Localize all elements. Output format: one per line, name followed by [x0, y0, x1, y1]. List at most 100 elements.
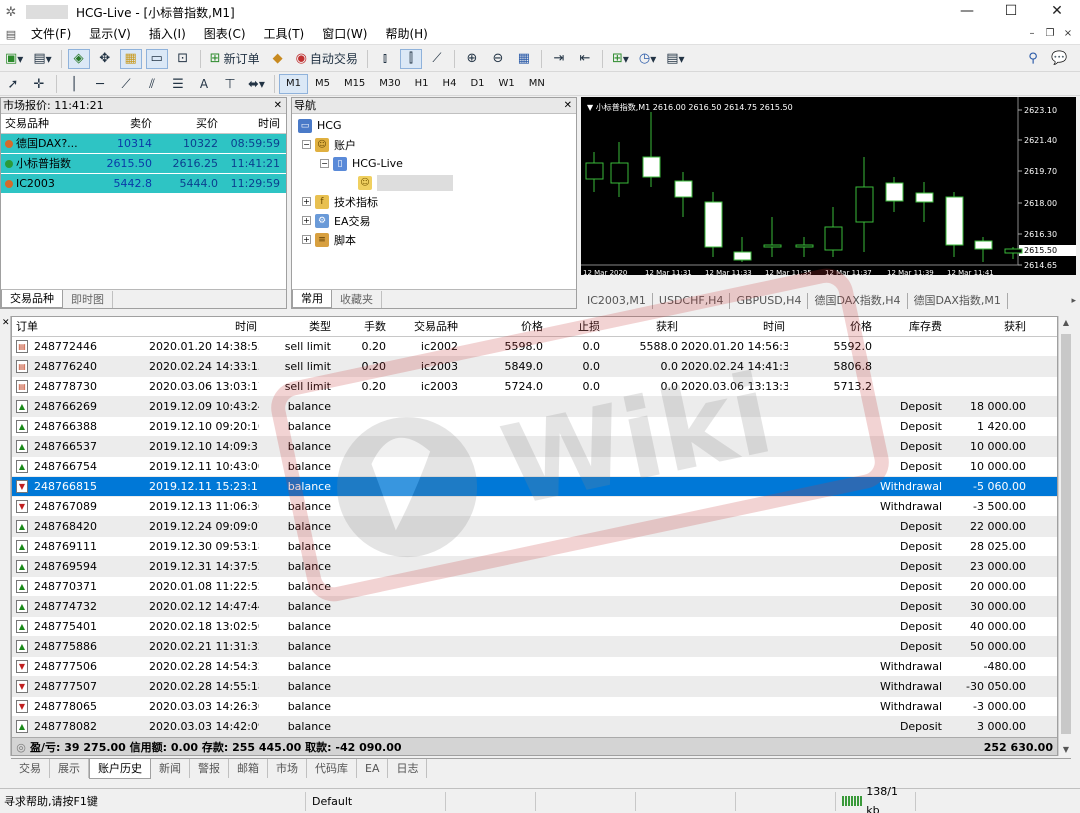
history-row[interactable]: ▲ 248766388 2019.12.10 09:20:16 balance Depo… [12, 417, 1057, 437]
timeframe-w1[interactable]: W1 [492, 74, 522, 94]
chart-tab-usdchf[interactable]: USDCHF,H4 [653, 293, 731, 309]
autoscroll-icon[interactable]: ⇤ [574, 49, 596, 69]
tab-code-base[interactable]: 代码库 [307, 759, 357, 778]
scroll-right-icon[interactable]: ▸ [1071, 296, 1076, 306]
column-price[interactable]: 价格 [461, 317, 546, 336]
expand-icon[interactable]: + [302, 197, 311, 206]
terminal-scrollbar[interactable]: ▲ ▼ [1058, 316, 1072, 756]
column-time[interactable]: 时间 [222, 114, 284, 133]
history-row[interactable]: ▲ 248766754 2019.12.11 10:43:00 balance Depo… [12, 457, 1057, 477]
history-row[interactable]: ▲ 248775886 2020.02.21 11:31:32 balance Depo… [12, 637, 1057, 657]
column-type[interactable]: 类型 [259, 317, 334, 336]
document-icon[interactable]: ▤ [0, 28, 22, 41]
channel-icon[interactable]: ⫽ [141, 74, 163, 94]
timeframe-d1[interactable]: D1 [463, 74, 491, 94]
crosshair-icon[interactable]: ✛ [28, 74, 50, 94]
column-symbol[interactable]: 交易品种 [1, 114, 78, 133]
history-row[interactable]: ▤ 248776240 2020.02.24 14:33:15 sell limit 0… [12, 357, 1057, 377]
timeframe-h1[interactable]: H1 [408, 74, 436, 94]
new-chart-icon[interactable]: ▣ ▾ [2, 49, 26, 69]
column-take-profit[interactable]: 获利 [603, 317, 681, 336]
tab-favorites[interactable]: 收藏夹 [332, 291, 382, 308]
close-icon[interactable]: ✕ [564, 98, 572, 113]
column-swap[interactable]: 库存费 [875, 317, 945, 336]
tab-tick-chart[interactable]: 即时图 [63, 291, 113, 308]
zoom-in-icon[interactable]: ⊕ [461, 49, 483, 69]
tab-market[interactable]: 市场 [268, 759, 307, 778]
line-chart-icon[interactable]: ⟋ [426, 49, 448, 69]
new-order-button[interactable]: ⊞ 新订单 [207, 49, 263, 69]
scrollbar-thumb[interactable] [1061, 334, 1071, 734]
column-stop-loss[interactable]: 止损 [546, 317, 603, 336]
fibonacci-icon[interactable]: ☰ [167, 74, 189, 94]
market-watch-row[interactable]: IC2003 5442.8 5444.0 11:29:59 [1, 174, 286, 194]
tab-experts[interactable]: EA [357, 759, 389, 778]
tab-mailbox[interactable]: 邮箱 [229, 759, 268, 778]
chat-icon[interactable]: 💬 [1048, 49, 1070, 69]
menu-file[interactable]: 文件(F) [22, 24, 80, 44]
indicators-icon[interactable]: ⊞ ▾ [609, 49, 632, 69]
timeframe-m5[interactable]: M5 [308, 74, 337, 94]
close-icon[interactable]: ✕ [2, 318, 10, 328]
chart-tab-ic2003[interactable]: IC2003,M1 [581, 293, 653, 309]
terminal-icon[interactable]: ▭ [145, 48, 168, 69]
mdi-close-button[interactable]: × [1060, 24, 1076, 44]
column-order[interactable]: 订单 [12, 317, 149, 336]
chart-tab-gbpusd[interactable]: GBPUSD,H4 [730, 293, 809, 309]
tab-alerts[interactable]: 警报 [190, 759, 229, 778]
tab-news[interactable]: 新闻 [151, 759, 190, 778]
timeframe-m30[interactable]: M30 [372, 74, 407, 94]
mdi-restore-button[interactable]: ❐ [1042, 24, 1058, 44]
menu-insert[interactable]: 插入(I) [140, 24, 195, 44]
close-button[interactable]: ✕ [1034, 0, 1080, 24]
expand-icon[interactable]: + [302, 235, 311, 244]
mdi-minimize-button[interactable]: – [1024, 24, 1040, 44]
menu-charts[interactable]: 图表(C) [195, 24, 255, 44]
menu-tools[interactable]: 工具(T) [255, 24, 314, 44]
history-row[interactable]: ▲ 248774732 2020.02.12 14:47:44 balance Depo… [12, 597, 1057, 617]
tree-account-item[interactable]: ☺ [292, 173, 576, 192]
column-bid[interactable]: 卖价 [78, 114, 156, 133]
tree-ea[interactable]: + ⚙ EA交易 [292, 211, 576, 230]
tree-accounts[interactable]: − ☺ 账户 [292, 135, 576, 154]
expand-icon[interactable]: + [302, 216, 311, 225]
history-row[interactable]: ▤ 248772446 2020.01.20 14:38:53 sell limit 0… [12, 337, 1057, 357]
menu-window[interactable]: 窗口(W) [313, 24, 376, 44]
history-row[interactable]: ▲ 248770371 2020.01.08 11:22:52 balance Depo… [12, 577, 1057, 597]
history-row[interactable]: ▼ 248777507 2020.02.28 14:55:18 balance With… [12, 677, 1057, 697]
history-row[interactable]: ▲ 248769111 2019.12.30 09:53:18 balance Depo… [12, 537, 1057, 557]
column-lots[interactable]: 手数 [334, 317, 389, 336]
chart-tab-dax-h4[interactable]: 德国DAX指数,H4 [808, 293, 908, 309]
history-row[interactable]: ▼ 248766815 2019.12.11 15:23:11 balance With… [12, 477, 1057, 497]
tree-server[interactable]: − ▯ HCG-Live [292, 154, 576, 173]
column-ask[interactable]: 买价 [156, 114, 222, 133]
column-open-time[interactable]: 时间 [149, 317, 259, 336]
history-row[interactable]: ▲ 248778082 2020.03.03 14:42:09 balance Depo… [12, 717, 1057, 737]
menu-help[interactable]: 帮助(H) [376, 24, 436, 44]
horizontal-line-icon[interactable]: ─ [89, 74, 111, 94]
scroll-up-icon[interactable]: ▲ [1059, 318, 1073, 327]
tile-windows-icon[interactable]: ▦ [513, 49, 535, 69]
chart-shift-icon[interactable]: ⇥ [548, 49, 570, 69]
label-tool-icon[interactable]: ⊤ [219, 74, 241, 94]
text-tool-icon[interactable]: A [193, 74, 215, 94]
column-symbol[interactable]: 交易品种 [389, 317, 461, 336]
tab-exposure[interactable]: 展示 [50, 759, 89, 778]
zoom-out-icon[interactable]: ⊖ [487, 49, 509, 69]
history-row[interactable]: ▤ 248778730 2020.03.06 13:03:17 sell limit 0… [12, 377, 1057, 397]
history-row[interactable]: ▲ 248775401 2020.02.18 13:02:50 balance Depo… [12, 617, 1057, 637]
tab-journal[interactable]: 日志 [388, 759, 428, 778]
templates-icon[interactable]: ▤ ▾ [663, 49, 687, 69]
history-row[interactable]: ▲ 248768420 2019.12.24 09:09:07 balance Depo… [12, 517, 1057, 537]
history-row[interactable]: ▲ 248769594 2019.12.31 14:37:52 balance Depo… [12, 557, 1057, 577]
tab-common[interactable]: 常用 [292, 290, 332, 308]
trendline-icon[interactable]: ⟋ [115, 74, 137, 94]
market-watch-icon[interactable]: ◈ [67, 48, 90, 69]
data-window-icon[interactable]: ✥ [94, 49, 116, 69]
history-row[interactable]: ▼ 248777506 2020.02.28 14:54:32 balance With… [12, 657, 1057, 677]
status-traffic[interactable]: 138/1 kb [836, 785, 916, 813]
tab-trade[interactable]: 交易 [11, 759, 50, 778]
candlestick-chart-icon[interactable]: ⫿ [399, 48, 422, 69]
column-close-time[interactable]: 时间 [681, 317, 788, 336]
candlestick-chart[interactable]: ▼ 小标普指数,M1 2616.00 2616.50 2614.75 2615.… [581, 97, 1076, 275]
